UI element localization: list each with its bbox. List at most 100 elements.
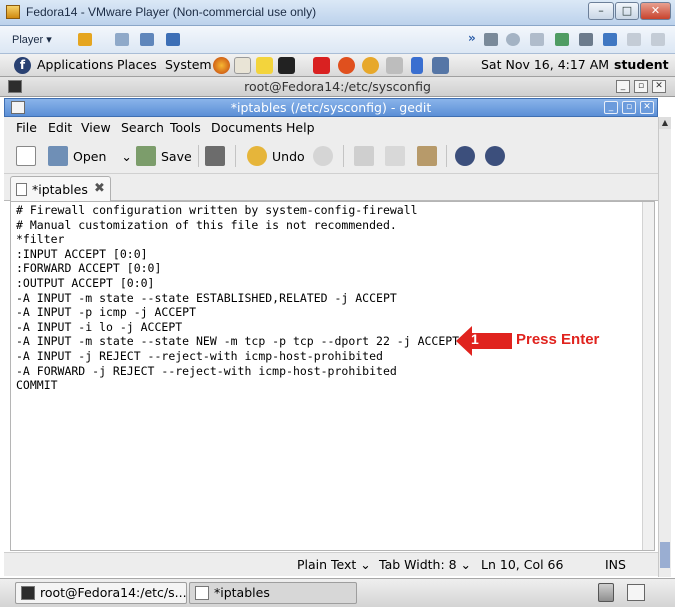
cut-icon — [354, 146, 374, 166]
menu-edit[interactable]: Edit — [48, 120, 72, 135]
terminal-scrollbar[interactable]: ▲ — [658, 117, 671, 577]
editor-line[interactable]: COMMIT — [16, 378, 459, 393]
editor-line[interactable]: *filter — [16, 232, 459, 247]
menu-documents[interactable]: Documents — [211, 120, 282, 135]
editor-line[interactable]: # Manual customization of this file is n… — [16, 218, 459, 233]
editor-line[interactable]: -A INPUT -m state --state ESTABLISHED,RE… — [16, 291, 459, 306]
sound-card-icon[interactable] — [627, 33, 641, 46]
panel-clock[interactable]: Sat Nov 16, 4:17 AM — [481, 57, 609, 72]
new-button[interactable] — [16, 144, 36, 168]
network-icon[interactable] — [432, 57, 449, 74]
scroll-up-arrow-icon[interactable]: ▲ — [659, 117, 671, 129]
network-adapter-icon[interactable] — [555, 33, 569, 46]
undo-button[interactable]: Undo — [247, 144, 305, 168]
panel-username[interactable]: student — [614, 57, 669, 72]
terminal-minimize-button[interactable]: _ — [616, 80, 630, 93]
taskbar-item-gedit[interactable]: *iptables (/etc/syscon... — [189, 582, 357, 607]
cd-drive-icon[interactable] — [506, 33, 520, 46]
message-log-icon[interactable] — [651, 33, 665, 46]
bottom-taskbar: root@Fedora14:/etc/s... *iptables (/etc/… — [0, 578, 675, 607]
redo-icon — [313, 146, 333, 166]
copy-button[interactable] — [385, 144, 405, 168]
trash-icon[interactable] — [598, 583, 614, 602]
terminal-launcher-icon[interactable] — [278, 57, 295, 74]
hard-disk-icon[interactable] — [484, 33, 498, 46]
alert-icon[interactable] — [313, 57, 330, 74]
taskbar-item-terminal[interactable]: root@Fedora14:/etc/s... — [15, 582, 187, 604]
find-replace-button[interactable] — [485, 144, 505, 168]
editor-line[interactable]: -A INPUT -p icmp -j ACCEPT — [16, 305, 459, 320]
find-button[interactable] — [455, 144, 475, 168]
workspace-switcher-icon[interactable] — [627, 584, 645, 601]
gedit-maximize-button[interactable]: ▫ — [622, 101, 636, 114]
applications-menu[interactable]: Applications — [37, 57, 113, 72]
cut-button[interactable] — [354, 144, 374, 168]
editor-scrollbar[interactable] — [642, 202, 654, 550]
vm-maximize-button[interactable]: □ — [615, 2, 639, 20]
open-button[interactable]: Open ⌄ — [48, 144, 132, 168]
fullscreen-icon[interactable] — [140, 33, 154, 46]
editor-line[interactable]: -A FORWARD -j REJECT --reject-with icmp-… — [16, 364, 459, 379]
open-folder-icon — [48, 146, 68, 166]
removable-devices-icon[interactable] — [115, 33, 129, 46]
editor-content[interactable]: # Firewall configuration written by syst… — [16, 203, 459, 393]
system-menu[interactable]: System — [165, 57, 212, 72]
redo-button[interactable] — [313, 144, 333, 168]
menu-search[interactable]: Search — [121, 120, 164, 135]
undo-label: Undo — [272, 148, 305, 164]
open-dropdown-arrow[interactable]: ⌄ — [121, 149, 131, 164]
menu-help[interactable]: Help — [286, 120, 315, 135]
tab-width-selector[interactable]: Tab Width: 8 ⌄ — [379, 557, 471, 572]
print-button[interactable] — [205, 144, 225, 168]
menu-file[interactable]: File — [16, 120, 37, 135]
editor-line[interactable]: -A INPUT -j REJECT --reject-with icmp-ho… — [16, 349, 459, 364]
fedora-logo-icon[interactable]: f — [14, 57, 31, 74]
text-editor-launcher-icon[interactable] — [256, 57, 273, 74]
volume-icon[interactable] — [386, 57, 403, 74]
gedit-close-button[interactable]: ✕ — [640, 101, 654, 114]
unity-icon[interactable] — [166, 33, 180, 46]
terminal-window-icon — [21, 586, 35, 600]
terminal-close-button[interactable]: ✕ — [652, 80, 666, 93]
paste-button[interactable] — [417, 144, 437, 168]
player-menu[interactable]: Player ▾ — [12, 33, 52, 46]
editor-line[interactable]: :OUTPUT ACCEPT [0:0] — [16, 276, 459, 291]
bluetooth-icon[interactable] — [411, 57, 423, 74]
scrollbar-thumb[interactable] — [660, 542, 670, 568]
save-button[interactable]: Save — [136, 144, 192, 168]
firefox-icon[interactable] — [213, 57, 230, 74]
annotation-label: Press Enter — [516, 331, 600, 348]
cursor-position: Ln 10, Col 66 — [481, 557, 564, 572]
update-icon[interactable] — [338, 57, 355, 74]
print-icon — [205, 146, 225, 166]
open-label: Open — [73, 148, 107, 164]
floppy-icon[interactable] — [530, 33, 544, 46]
printer-device-icon[interactable] — [579, 33, 593, 46]
more-arrows-icon[interactable]: » — [468, 31, 478, 45]
vm-minimize-button[interactable]: – — [588, 2, 614, 20]
editor-line[interactable]: # Firewall configuration written by syst… — [16, 203, 459, 218]
evolution-mail-icon[interactable] — [234, 57, 251, 74]
terminal-maximize-button[interactable]: ▫ — [634, 80, 648, 93]
annotation-arrow-icon — [456, 326, 512, 356]
menu-tools[interactable]: Tools — [170, 120, 201, 135]
vmware-toolbar: Player ▾ » — [0, 26, 675, 54]
editor-line[interactable]: -A INPUT -i lo -j ACCEPT — [16, 320, 459, 335]
gedit-window-title: *iptables (/etc/sysconfig) - gedit — [230, 100, 432, 115]
places-menu[interactable]: Places — [117, 57, 157, 72]
vmware-titlebar: Fedora14 - VMware Player (Non-commercial… — [0, 0, 675, 26]
editor-line[interactable]: :INPUT ACCEPT [0:0] — [16, 247, 459, 262]
vm-close-button[interactable]: ✕ — [640, 2, 671, 20]
menu-view[interactable]: View — [81, 120, 111, 135]
language-selector[interactable]: Plain Text ⌄ — [297, 557, 371, 572]
tab-iptables[interactable]: *iptables ✖ — [10, 176, 111, 202]
editor-line[interactable]: -A INPUT -m state --state NEW -m tcp -p … — [16, 334, 459, 349]
tab-close-icon[interactable]: ✖ — [94, 181, 105, 196]
usb-device-icon[interactable] — [603, 33, 617, 46]
text-editor-area[interactable]: # Firewall configuration written by syst… — [10, 201, 655, 551]
gedit-menubar: File Edit View Search Tools Documents He… — [4, 117, 658, 138]
notification-icon[interactable] — [362, 57, 379, 74]
editor-line[interactable]: :FORWARD ACCEPT [0:0] — [16, 261, 459, 276]
pause-icon[interactable] — [78, 33, 92, 46]
gedit-minimize-button[interactable]: _ — [604, 101, 618, 114]
